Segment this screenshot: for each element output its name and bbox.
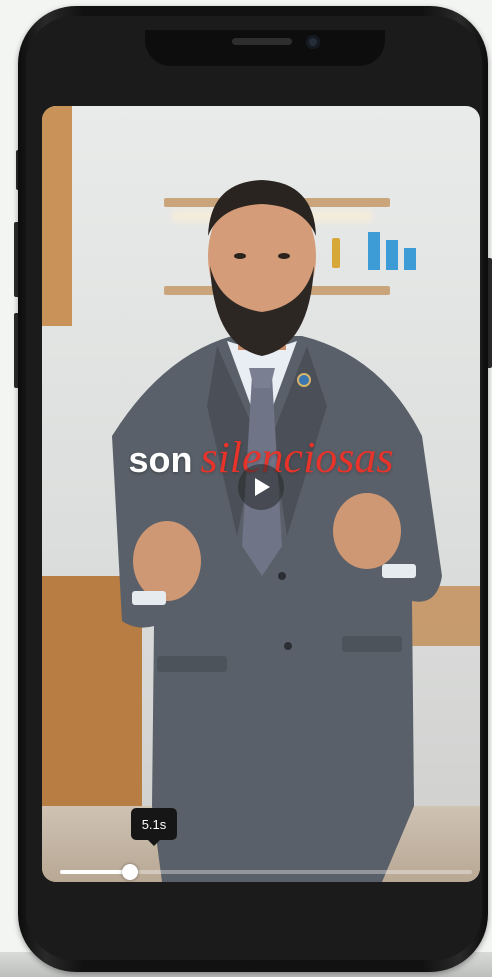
scrubber-handle[interactable] (122, 864, 139, 880)
caption-word: son (128, 439, 193, 480)
play-icon (255, 478, 270, 496)
front-camera (306, 35, 320, 49)
tooltip-arrow (148, 840, 160, 846)
phone-notch (145, 30, 385, 66)
video-screen[interactable]: son silenciosas (42, 106, 480, 882)
speaker-grille (232, 38, 292, 45)
progress-fill (60, 870, 131, 874)
play-button[interactable] (238, 464, 284, 510)
time-tooltip: 5.1s (131, 808, 177, 840)
caption-accent-word: silenciosas (200, 433, 394, 482)
